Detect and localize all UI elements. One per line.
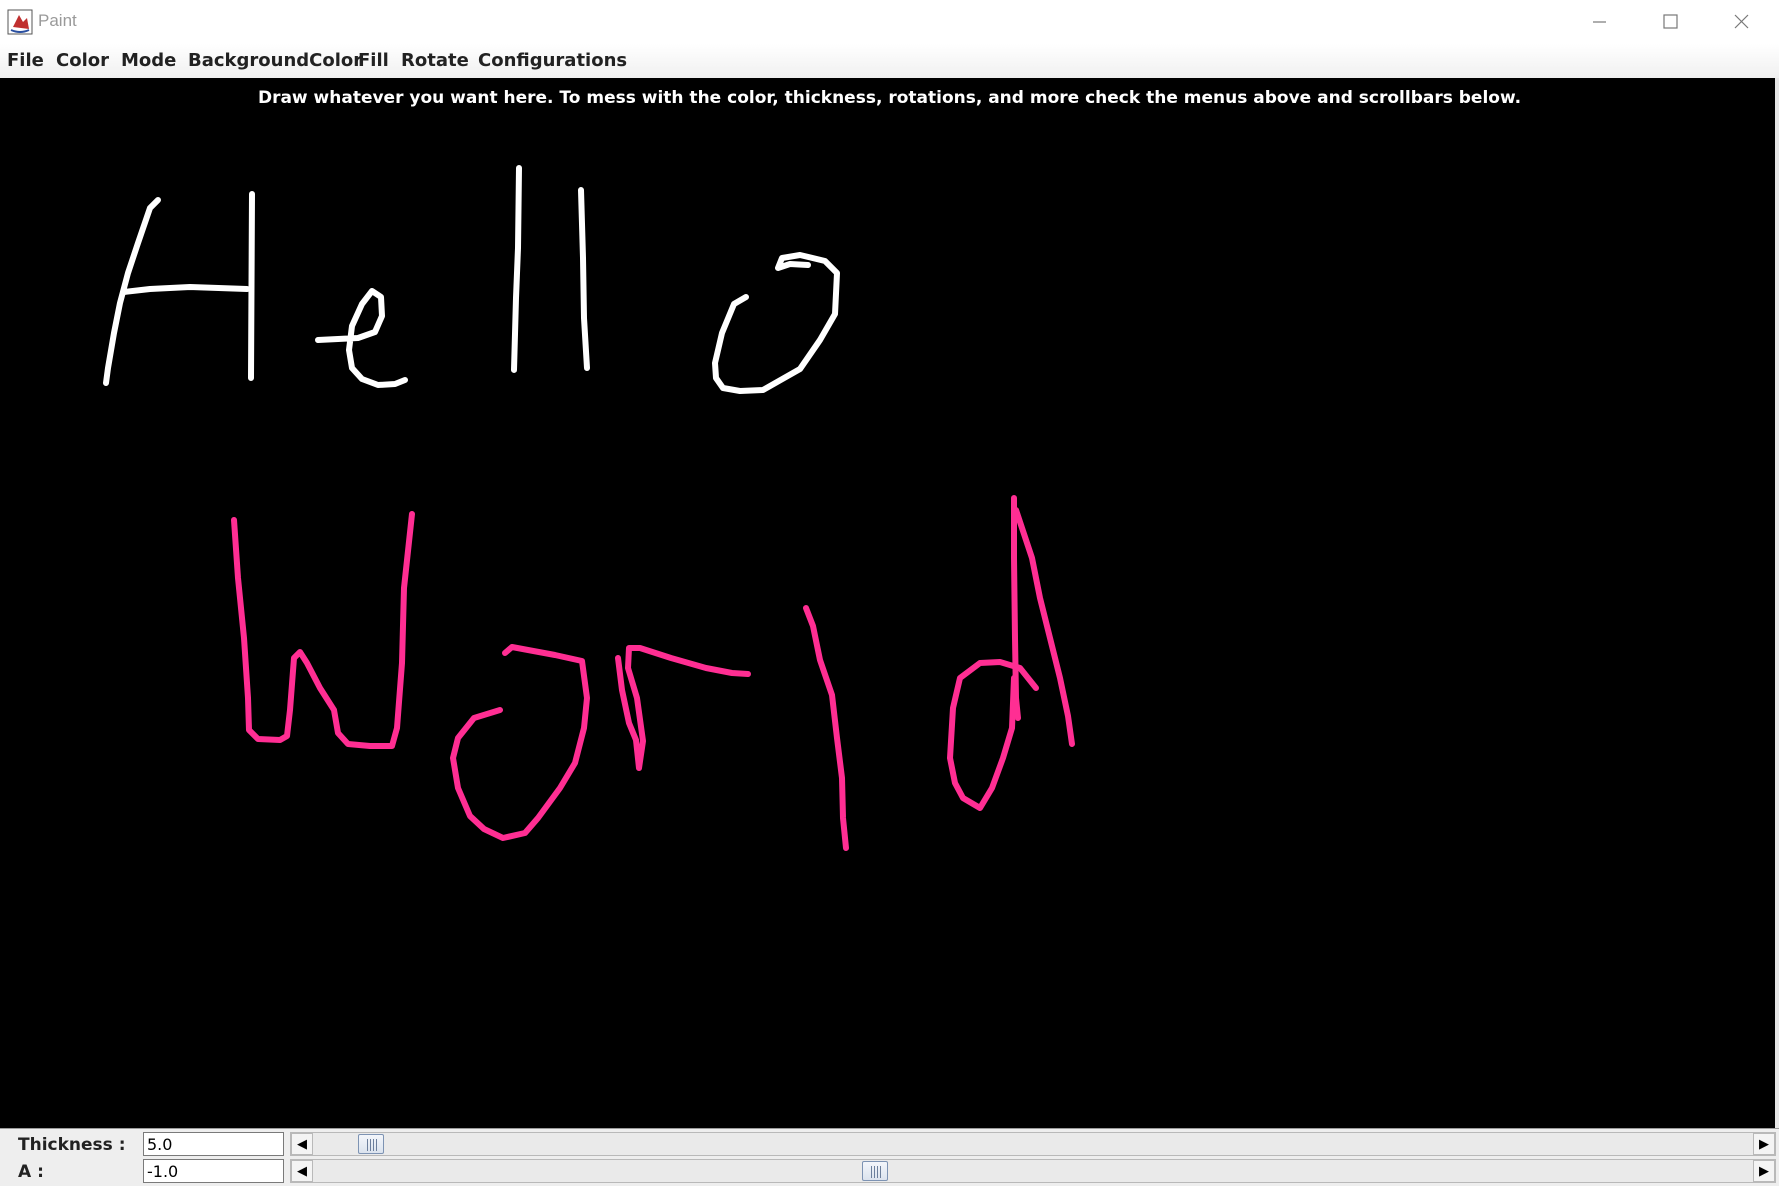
menu-bar: File Color Mode BackgroundColor Fill Rot… bbox=[0, 44, 1779, 79]
a-slider[interactable]: ◀ ▶ bbox=[290, 1159, 1776, 1183]
stroke-o bbox=[712, 252, 840, 394]
thickness-slider-track[interactable] bbox=[313, 1133, 1753, 1155]
drawing-canvas[interactable]: Draw whatever you want here. To mess wit… bbox=[0, 78, 1779, 1128]
stroke-d-bowl bbox=[947, 659, 1039, 811]
stroke-d-tail bbox=[1013, 507, 1075, 747]
thickness-right-arrow-icon[interactable]: ▶ bbox=[1753, 1133, 1775, 1155]
close-button[interactable] bbox=[1708, 0, 1774, 44]
stroke-r bbox=[615, 645, 751, 771]
hello-strokes bbox=[103, 165, 840, 394]
window-title: Paint bbox=[38, 11, 77, 30]
menu-color[interactable]: Color bbox=[56, 50, 109, 71]
a-slider-track[interactable] bbox=[313, 1160, 1753, 1182]
stroke-l3 bbox=[803, 605, 849, 851]
world-strokes bbox=[231, 495, 1075, 851]
minimize-button[interactable] bbox=[1566, 0, 1632, 44]
a-input[interactable] bbox=[143, 1159, 284, 1183]
canvas-right-edge bbox=[1775, 78, 1779, 1128]
stroke-h-right bbox=[248, 191, 255, 381]
grip-icon bbox=[870, 1166, 881, 1178]
close-icon bbox=[1734, 14, 1749, 29]
thickness-left-arrow-icon[interactable]: ◀ bbox=[291, 1133, 313, 1155]
thickness-label: Thickness : bbox=[18, 1135, 126, 1155]
stroke-w bbox=[231, 511, 415, 749]
thickness-slider[interactable]: ◀ ▶ bbox=[290, 1132, 1776, 1156]
stroke-o2 bbox=[450, 644, 590, 841]
stroke-l2 bbox=[578, 187, 590, 371]
menu-background-color[interactable]: BackgroundColor bbox=[188, 50, 362, 71]
java-coffee-icon bbox=[7, 9, 33, 35]
a-slider-thumb[interactable] bbox=[861, 1161, 888, 1181]
menu-configurations[interactable]: Configurations bbox=[478, 50, 627, 71]
a-right-arrow-icon[interactable]: ▶ bbox=[1753, 1160, 1775, 1182]
menu-fill[interactable]: Fill bbox=[358, 50, 389, 71]
controls-panel: Thickness : ◀ ▶ A : ◀ ▶ bbox=[0, 1128, 1779, 1186]
thickness-slider-thumb[interactable] bbox=[357, 1134, 384, 1154]
a-left-arrow-icon[interactable]: ◀ bbox=[291, 1160, 313, 1182]
maximize-icon bbox=[1663, 14, 1678, 29]
canvas-drawing bbox=[103, 165, 1075, 851]
title-bar: Paint bbox=[0, 0, 1779, 44]
menu-mode[interactable]: Mode bbox=[121, 50, 176, 71]
menu-rotate[interactable]: Rotate bbox=[401, 50, 469, 71]
a-label: A : bbox=[18, 1162, 44, 1182]
stroke-e bbox=[315, 288, 408, 388]
thickness-input[interactable] bbox=[143, 1132, 284, 1156]
menu-file[interactable]: File bbox=[7, 50, 44, 71]
maximize-button[interactable] bbox=[1637, 0, 1703, 44]
minimize-icon bbox=[1593, 21, 1606, 23]
grip-icon bbox=[366, 1139, 377, 1151]
stroke-l1 bbox=[511, 165, 522, 373]
stroke-h-bar bbox=[121, 284, 250, 295]
